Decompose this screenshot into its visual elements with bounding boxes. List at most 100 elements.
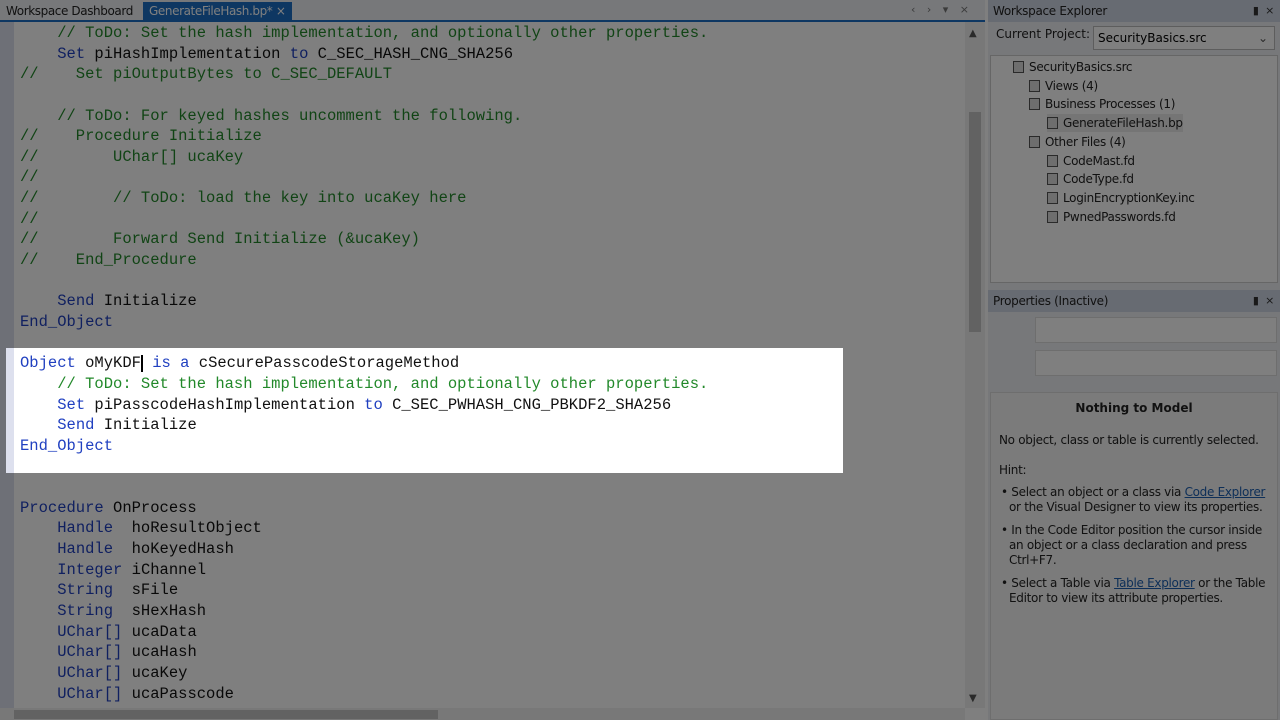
tree-item[interactable]: LoginEncryptionKey.inc [1047, 189, 1195, 207]
tree-item[interactable]: GenerateFileHash.bp [1047, 114, 1183, 133]
code-token: C_SEC_PWHASH_CNG_PBKDF2_SHA256 [382, 395, 672, 414]
tab-label: Workspace Dashboard [6, 4, 133, 18]
tab-label: GenerateFileHash.bp* [149, 4, 273, 18]
scroll-thumb[interactable] [969, 112, 981, 332]
code-token: Initialize [94, 416, 197, 435]
tree-item[interactable]: SecurityBasics.src [1013, 58, 1133, 76]
hint-item: • In the Code Editor position the cursor… [1001, 523, 1262, 567]
hint-text: or the Visual Designer to view its prope… [1009, 500, 1263, 514]
code-line: UChar[] ucaData [20, 622, 708, 643]
code-token: C_SEC_HASH_CNG_SHA256 [308, 44, 514, 63]
keyword-token: to [289, 44, 309, 63]
heading: Nothing to Model [1075, 401, 1193, 415]
tree-item[interactable]: Views (4) [1029, 77, 1098, 95]
code-line: // ToDo: Set the hash implementation, an… [20, 374, 708, 395]
code-line: End_Object [20, 312, 708, 333]
file-icon [1047, 191, 1058, 204]
code-token: ucaKey [122, 663, 188, 682]
tree-item[interactable]: Business Processes (1) [1029, 95, 1175, 113]
keyword-token: Integer [57, 560, 123, 579]
code-line: String sHexHash [20, 601, 708, 622]
tab-workspace-dashboard[interactable]: Workspace Dashboard [0, 2, 139, 22]
file-icon [1047, 117, 1058, 130]
tree-item-label: GenerateFileHash.bp [1063, 116, 1183, 131]
pin-icon[interactable]: ▮ [1253, 294, 1259, 307]
workspace-explorer-title: Workspace Explorer ▮ × [988, 0, 1280, 22]
property-field[interactable] [1035, 317, 1277, 343]
panel-title: Workspace Explorer [993, 4, 1107, 18]
code-token: iChannel [122, 560, 207, 579]
code-line: // Set piOutputBytes to C_SEC_DEFAULT [20, 64, 708, 85]
code-line: Set piHashImplementation to C_SEC_HASH_C… [20, 44, 708, 65]
tree-item-label: PwnedPasswords.fd [1063, 209, 1176, 224]
hint-link[interactable]: Code Explorer [1185, 485, 1266, 499]
file-icon [1047, 210, 1058, 223]
pin-icon[interactable]: ▮ [1253, 4, 1259, 17]
scroll-up-icon[interactable]: ▲ [969, 28, 977, 39]
side-panels: Workspace Explorer ▮ × Current Project: … [988, 0, 1280, 720]
code-token: ucaPasscode [122, 684, 234, 703]
vertical-scrollbar[interactable]: ▲ ▼ [965, 22, 985, 708]
select-value: SecurityBasics.src [1098, 31, 1207, 45]
tree-item-label: Views (4) [1045, 78, 1098, 93]
close-icon[interactable]: × [276, 4, 286, 18]
code-line: // Procedure Initialize [20, 126, 708, 147]
tree-item-label: CodeType.fd [1063, 172, 1134, 187]
tree-item[interactable]: PwnedPasswords.fd [1047, 208, 1176, 226]
scroll-thumb[interactable] [14, 710, 438, 719]
scroll-down-icon[interactable]: ▼ [969, 693, 977, 704]
current-project-select[interactable]: SecurityBasics.src ⌄ [1093, 26, 1275, 50]
code-editor[interactable]: // ToDo: Set the hash implementation, an… [0, 22, 985, 708]
tree-item-label: SecurityBasics.src [1029, 60, 1133, 74]
views-icon [1029, 79, 1040, 92]
hint-link[interactable]: Table Explorer [1114, 576, 1195, 590]
tree-item-label: Other Files (4) [1045, 134, 1126, 149]
property-field[interactable] [1035, 350, 1277, 376]
code-line: End_Object [20, 436, 708, 457]
comment-token: // UChar[] ucaKey [20, 147, 244, 166]
horizontal-scrollbar[interactable] [0, 708, 965, 720]
tree-item[interactable]: Other Files (4) [1029, 133, 1126, 151]
keyword-token: Handle [57, 540, 114, 559]
code-line: Handle hoKeyedHash [20, 539, 708, 560]
code-line: UChar[] ucaPasscode [20, 684, 708, 705]
hint-text: In the Code Editor position the cursor i… [1009, 523, 1262, 567]
comment-token: // ToDo: Set the hash implementation, an… [20, 24, 709, 42]
code-line: // [20, 167, 708, 188]
hint-label: Hint: [999, 463, 1027, 477]
code-line: // ToDo: Set the hash implementation, an… [20, 23, 708, 44]
code-token: piPasscodeHashImplementation [85, 395, 365, 414]
editor-tab-bar: Workspace Dashboard GenerateFileHash.bp*… [0, 0, 985, 22]
properties-title: Properties (Inactive) ▮ × [988, 290, 1280, 312]
code-line: Procedure OnProcess [20, 498, 708, 519]
keyword-token: is a [152, 354, 190, 373]
chevron-down-icon: ⌄ [1257, 31, 1268, 45]
tree-item[interactable]: CodeType.fd [1047, 170, 1134, 188]
keyword-token: UChar[] [57, 643, 123, 662]
tree-item-label: CodeMast.fd [1063, 153, 1135, 168]
comment-token: // Procedure Initialize [20, 127, 262, 146]
properties-panel: Properties (Inactive) ▮ × [988, 290, 1280, 376]
tab-navigation[interactable]: ‹ › ▾ × [911, 3, 973, 16]
tab-generatefilehash[interactable]: GenerateFileHash.bp* × [143, 2, 292, 22]
code-token: sFile [113, 581, 179, 600]
close-icon[interactable]: × [1265, 294, 1274, 307]
other-files-icon [1029, 135, 1040, 148]
keyword-token: Procedure [20, 498, 104, 517]
code-line: // UChar[] ucaKey [20, 147, 708, 168]
keyword-token: String [57, 601, 114, 620]
tree-item[interactable]: CodeMast.fd [1047, 152, 1135, 170]
close-icon[interactable]: × [1265, 4, 1274, 17]
comment-token: // Forward Send Initialize (&ucaKey) [20, 230, 420, 249]
